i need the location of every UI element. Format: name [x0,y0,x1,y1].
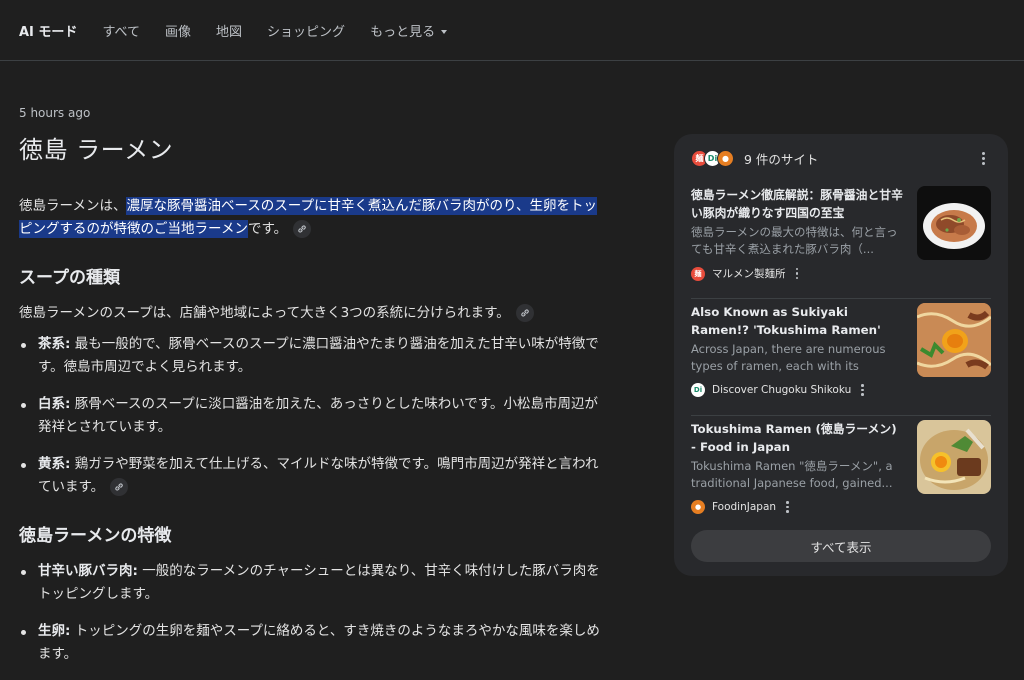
soup-types-intro: 徳島ラーメンのスープは、店舗や地域によって大きく3つの系統に分けられます。 [19,302,609,325]
source-favicons: 麺 Di ● [691,149,734,167]
tab-ai-mode[interactable]: AI モード [19,21,77,40]
tab-shopping[interactable]: ショッピング [267,21,345,40]
sources-header[interactable]: 麺 Di ● 9 件のサイト [691,134,991,182]
discover-favicon-icon: Di [691,383,705,397]
search-tabs-bar: AI モード すべて 画像 地図 ショッピング もっと見る [0,0,1024,61]
marumen-favicon-icon: 麺 [691,266,705,281]
list-item-text: トッピングの生卵を麺やスープに絡めると、すき焼きのようなまろやかな風味を楽しめま… [38,623,600,662]
list-item-term: 白系: [38,396,71,412]
source-text: Also Known as Sukiyaki Ramen!? 'Tokushim… [691,303,905,397]
intro-paragraph: 徳島ラーメンは、濃厚な豚骨醤油ベースのスープに甘辛く煮込んだ豚バラ肉がのり、生卵… [19,195,609,241]
intro-text-after: です。 [247,221,288,237]
link-icon[interactable] [515,304,534,322]
ai-answer: 5 hours ago 徳島 ラーメン 徳島ラーメンは、濃厚な豚骨醤油ベースのス… [19,106,609,680]
source-card[interactable]: Also Known as Sukiyaki Ramen!? 'Tokushim… [691,299,991,416]
more-options-icon[interactable] [795,267,798,281]
list-item-text: 豚骨ベースのスープに淡口醤油を加えた、あっさりとした味わいです。小松島市周辺が発… [38,396,598,435]
source-meta: 麺 マルメン製麺所 [691,266,905,281]
link-icon[interactable] [110,478,129,496]
source-title[interactable]: Also Known as Sukiyaki Ramen!? 'Tokushim… [691,303,905,339]
intro-text-before: 徳島ラーメンは、 [19,198,127,214]
source-thumbnail[interactable] [917,186,991,260]
more-options-icon[interactable] [975,150,991,166]
source-snippet: 徳島ラーメンの最大の特徴は、何と言っても甘辛く煮込まれた豚バラ肉（... [691,225,898,256]
list-item-term: 生卵: [38,623,71,639]
tab-more[interactable]: もっと見る [370,21,448,40]
source-site-name: FoodinJapan [712,501,777,513]
tab-maps[interactable]: 地図 [216,21,242,40]
source-text: 徳島ラーメン徹底解説：豚骨醤油と甘辛い豚肉が織りなす四国の至宝 徳島ラーメンの最… [691,186,905,281]
list-item-term: 黄系: [38,456,71,472]
source-thumbnail[interactable] [917,303,991,377]
show-all-button[interactable]: すべて表示 [691,530,991,562]
source-meta: Di Discover Chugoku Shikoku [691,383,905,397]
list-item-text: 最も一般的で、豚骨ベースのスープに濃口醤油やたまり醤油を加えた甘辛い味が特徴です… [38,336,599,375]
timestamp: 5 hours ago [19,106,91,120]
list-item-term: 甘辛い豚バラ肉: [38,563,138,579]
source-snippet: Across Japan, there are numerous types o… [691,342,886,373]
features-list: 甘辛い豚バラ肉: 一般的なラーメンのチャーシューとは異なり、甘辛く味付けした豚バ… [19,560,609,666]
source-card[interactable]: 徳島ラーメン徹底解説：豚骨醤油と甘辛い豚肉が織りなす四国の至宝 徳島ラーメンの最… [691,182,991,299]
list-item: 黄系: 鶏ガラや野菜を加えて仕上げる、マイルドな味が特徴です。鳴門市周辺が発祥と… [19,453,609,499]
foodinjapan-favicon-icon: ● [691,500,705,514]
list-item: 生卵: トッピングの生卵を麺やスープに絡めると、すき焼きのようなまろやかな風味を… [19,620,609,666]
source-site-name: Discover Chugoku Shikoku [712,384,852,396]
source-card[interactable]: Tokushima Ramen (徳島ラーメン) - Food in Japan… [691,416,991,533]
sources-panel: 麺 Di ● 9 件のサイト 徳島ラーメン徹底解説：豚骨醤油と甘辛い豚肉が織りな… [674,134,1008,576]
chevron-down-icon [441,30,448,34]
tab-all[interactable]: すべて [102,21,140,40]
more-options-icon[interactable] [861,383,864,397]
list-item-term: 茶系: [38,336,71,352]
soup-types-intro-text: 徳島ラーメンのスープは、店舗や地域によって大きく3つの系統に分けられます。 [19,305,510,321]
source-thumbnail[interactable] [917,420,991,494]
source-title[interactable]: 徳島ラーメン徹底解説：豚骨醤油と甘辛い豚肉が織りなす四国の至宝 [691,186,905,222]
source-snippet: Tokushima Ramen "徳島ラーメン", a traditional … [691,459,893,490]
section-features-heading: 徳島ラーメンの特徴 [19,526,172,546]
source-text: Tokushima Ramen (徳島ラーメン) - Food in Japan… [691,420,905,514]
more-options-icon[interactable] [786,500,789,514]
query-title: 徳島 ラーメン [19,136,174,164]
foodinjapan-favicon-icon: ● [717,149,734,167]
source-meta: ● FoodinJapan [691,500,905,514]
source-title[interactable]: Tokushima Ramen (徳島ラーメン) - Food in Japan [691,420,905,456]
link-icon[interactable] [293,220,312,238]
tab-images[interactable]: 画像 [165,21,191,40]
section-soup-types-heading: スープの種類 [19,268,120,288]
tab-more-label: もっと見る [370,24,436,40]
sources-count: 9 件のサイト [744,151,819,167]
source-site-name: マルメン製麺所 [712,268,786,280]
soup-types-list: 茶系: 最も一般的で、豚骨ベースのスープに濃口醤油やたまり醤油を加えた甘辛い味が… [19,333,609,499]
list-item: 白系: 豚骨ベースのスープに淡口醤油を加えた、あっさりとした味わいです。小松島市… [19,393,609,439]
list-item: 甘辛い豚バラ肉: 一般的なラーメンのチャーシューとは異なり、甘辛く味付けした豚バ… [19,560,609,606]
list-item: 茶系: 最も一般的で、豚骨ベースのスープに濃口醤油やたまり醤油を加えた甘辛い味が… [19,333,609,379]
